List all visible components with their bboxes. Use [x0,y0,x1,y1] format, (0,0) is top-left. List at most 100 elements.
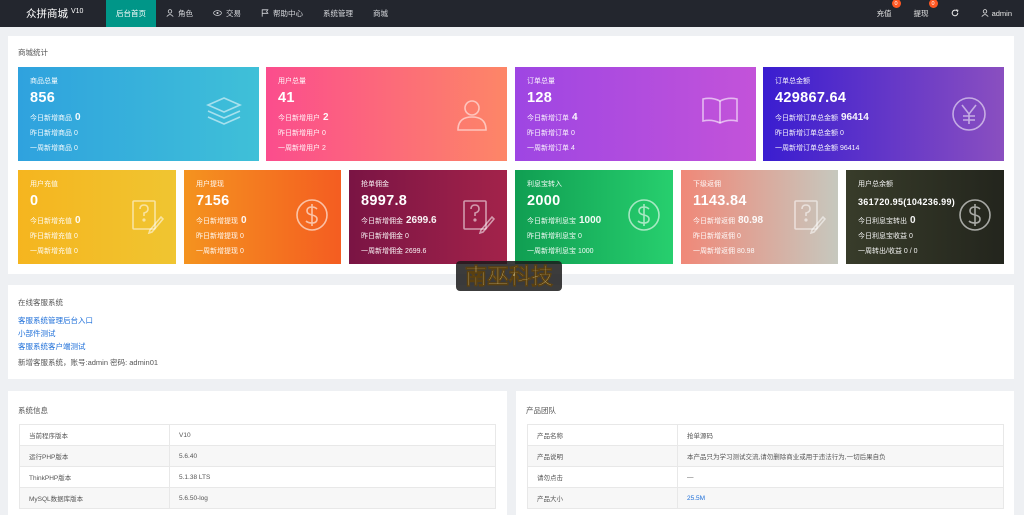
stat-card: 订单总金额 429867.64 今日新增订单总金额 96414 昨日新增订单总金额 0 一… [763,67,1004,161]
cell-key: 请勿点击 [527,466,678,488]
stat-label: 商品总量 [30,78,58,85]
user-icon [166,8,174,19]
nav-label: 系统管理 [323,9,353,18]
table-row: MySQL数据库版本 5.6.50-log [19,487,496,509]
withdraw-badge: 0 [928,0,938,8]
stat-week: 一周新增用户 2 [278,145,326,152]
stat-yesterday: 昨日新增利息宝 0 [527,233,582,240]
stat-today-value: 2699.6 [406,215,437,226]
person-icon [453,95,491,138]
widget-test-link[interactable]: 小部件测试 [18,328,56,339]
stat-today-value: 0 [75,215,81,226]
cell-value[interactable]: 25.5M [677,487,1004,509]
stat-yesterday: 昨日新增用户 0 [278,130,326,137]
edit-doc-icon [130,198,165,239]
stat-today-label: 今日新增用户 [278,115,320,122]
team-panel: 产品团队 产品名称 抢单源码 产品说明 本产品只为学习测试交流,请勿删除商业或用于违… [516,391,1014,515]
stat-card: 商品总量 856 今日新增商品 0 昨日新增商品 0 一周新增商品 0 [18,67,259,161]
stat-yesterday: 昨日新增提现 0 [196,233,244,240]
edit-doc-icon [792,198,827,239]
recharge-label: 充值 [876,9,892,18]
nav-item-dashboard[interactable]: 后台首页 [106,0,156,27]
support-panel: 在线客服系统 客服系统管理后台入口 小部件测试 客服系统客户端测试 新增客服系统… [8,285,1014,379]
stat-today: 今日新增佣金 2699.6 [361,215,437,226]
stat-week: 一周新增商品 0 [30,145,78,152]
cell-value: 5.6.50-log [169,487,496,509]
stat-today-label: 今日新增返佣 [693,218,735,225]
nav-label: 后台首页 [116,9,146,18]
stat-card: 用户总余额 361720.95(104236.99) 今日利息宝转出 0 今日利息宝收益… [846,170,1004,264]
refresh-button[interactable] [951,8,959,19]
recharge-button[interactable]: 充值 0 [876,0,901,19]
nav-item-help[interactable]: 帮助中心 [251,0,313,27]
team-table: 产品名称 抢单源码 产品说明 本产品只为学习测试交流,请勿删除商业或用于违法行为,一… [527,424,1004,509]
stat-value: 8997.8 [361,193,408,209]
stat-value: 128 [527,90,553,106]
stat-value: 1143.84 [693,193,747,209]
stat-today: 今日新增用户 2 [278,112,329,123]
cell-key: 产品说明 [527,445,678,467]
stat-yesterday: 昨日新增订单总金额 0 [775,130,844,137]
nav-item-trade[interactable]: 交易 [203,0,251,27]
stat-week: 一周新增订单总金额 96414 [775,145,860,152]
stat-today-label: 今日新增佣金 [361,218,403,225]
cell-value: 5.1.38 LTS [169,466,496,488]
stat-today-value: 0 [241,215,247,226]
main-nav: 后台首页 角色 交易 帮助中心 系统管理 商城 [106,0,398,27]
stat-today-label: 今日利息宝转出 [858,218,907,225]
cell-key: 产品大小 [527,487,678,509]
table-row: 产品大小 25.5M [527,487,1004,509]
nav-item-system[interactable]: 系统管理 [313,0,363,27]
stat-today-value: 0 [75,112,81,123]
stat-card: 利息宝转入 2000 今日新增利息宝 1000 昨日新增利息宝 0 一周新增利息宝 100… [515,170,673,264]
stat-card: 订单总量 128 今日新增订单 4 昨日新增订单 0 一周新增订单 4 [515,67,756,161]
username: admin [991,9,1012,18]
book-icon [700,95,740,130]
stat-yesterday: 昨日新增佣金 0 [361,233,409,240]
cell-key: 当前程序版本 [19,424,170,446]
recharge-badge: 0 [891,0,901,8]
stat-label: 用户提现 [196,181,224,188]
support-admin-link[interactable]: 客服系统管理后台入口 [18,315,93,326]
table-row: 产品名称 抢单源码 [527,424,1004,446]
stat-today-label: 今日新增提现 [196,218,238,225]
user-icon [981,8,989,19]
stat-today-value: 1000 [579,215,602,226]
stat-today: 今日新增利息宝 1000 [527,215,601,226]
support-client-link[interactable]: 客服系统客户端测试 [18,341,86,352]
stat-value: 361720.95(104236.99) [858,197,956,207]
table-row: 当前程序版本 V10 [19,424,496,446]
cell-key: ThinkPHP版本 [19,466,170,488]
cell-value: 本产品只为学习测试交流,请勿删除商业或用于违法行为,一切后果自负 [677,445,1004,467]
cell-value: 抢单源码 [677,424,1004,446]
app-brand[interactable]: 众拼商城 V10 [0,0,106,27]
stat-week: 一周新增订单 4 [527,145,575,152]
user-menu[interactable]: admin [981,8,1012,19]
dollar-icon [295,198,329,237]
nav-label: 交易 [226,9,241,18]
dollar-icon [958,198,992,237]
stat-today-value: 4 [572,112,578,123]
stat-value: 7156 [196,193,230,209]
nav-item-mall[interactable]: 商城 [363,0,398,27]
dollar-icon [627,198,661,237]
withdraw-button[interactable]: 提现 0 [914,0,938,19]
stat-yesterday: 昨日新增充值 0 [30,233,78,240]
stat-today: 今日利息宝转出 0 [858,215,916,226]
stat-week: 一周新增佣金 2699.6 [361,248,427,255]
stat-today-value: 0 [910,215,916,226]
nav-item-role[interactable]: 角色 [156,0,203,27]
stat-week: 一周新增提现 0 [196,248,244,255]
stat-yesterday: 昨日新增订单 0 [527,130,575,137]
size-link[interactable]: 25.5M [687,495,705,502]
stat-value: 0 [30,193,39,209]
stat-today-label: 今日新增利息宝 [527,218,576,225]
stat-today-label: 今日新增商品 [30,115,72,122]
sysinfo-title: 系统信息 [18,406,48,415]
table-row: 产品说明 本产品只为学习测试交流,请勿删除商业或用于违法行为,一切后果自负 [527,445,1004,467]
table-row: ThinkPHP版本 5.1.38 LTS [19,466,496,488]
stat-today: 今日新增返佣 80.98 [693,215,763,226]
support-note: 新增客服系统，账号:admin 密码: admin01 [18,358,159,367]
eye-icon [213,9,222,19]
stat-today-label: 今日新增充值 [30,218,72,225]
